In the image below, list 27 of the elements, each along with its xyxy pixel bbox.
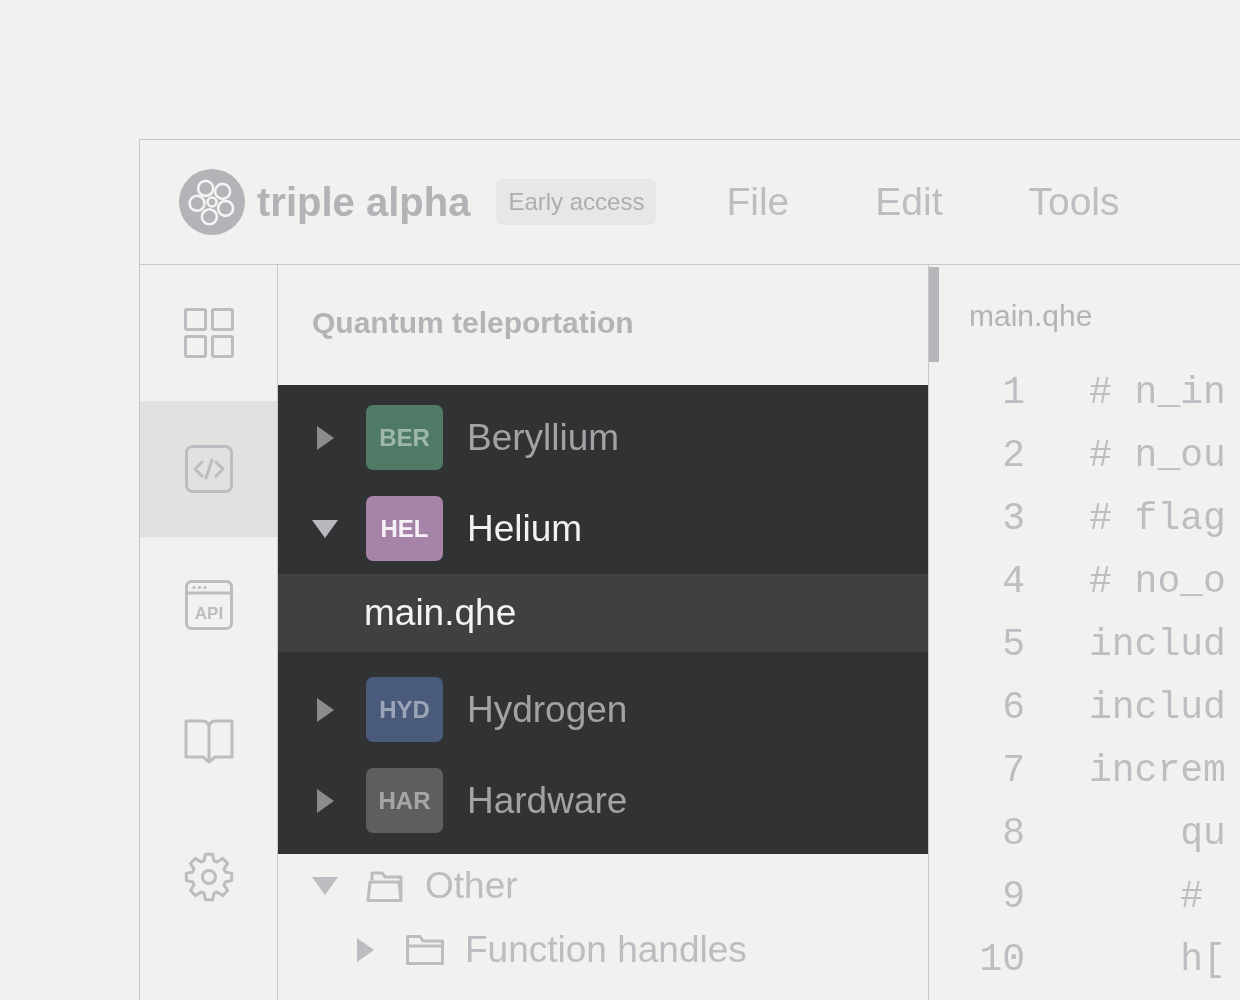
caret-icon[interactable] <box>316 425 334 450</box>
project-name[interactable]: Beryllium <box>467 416 620 459</box>
folder-icon <box>406 935 444 965</box>
project-badge: HEL <box>366 496 443 561</box>
project-name[interactable]: Hardware <box>467 779 628 822</box>
code-line: # <box>1179 875 1204 918</box>
book-icon <box>183 718 234 764</box>
code-icon <box>184 445 233 493</box>
project-badge: HAR <box>366 768 443 833</box>
logo-text: triple alpha <box>257 179 471 225</box>
sidebar-button[interactable] <box>140 401 277 537</box>
caret-icon[interactable] <box>316 697 334 722</box>
open-folder-icon <box>366 870 404 902</box>
project-badge: HYD <box>366 677 443 742</box>
caret-icon[interactable] <box>316 788 334 813</box>
early-access-badge: Early access <box>496 179 657 225</box>
project-badge: BER <box>366 405 443 470</box>
project-title: Quantum teleportation <box>312 306 634 340</box>
project-name[interactable]: Hydrogen <box>467 688 628 731</box>
caret-icon[interactable] <box>312 519 338 538</box>
editor-tab[interactable]: main.qhe <box>969 299 1093 333</box>
tree-row[interactable]: main.qhe <box>278 574 928 652</box>
project-name[interactable]: Helium <box>467 507 583 550</box>
grid-icon <box>183 308 234 358</box>
settings-icon <box>183 852 234 902</box>
logo-icon <box>179 169 245 235</box>
scrollbar-thumb[interactable] <box>929 267 939 362</box>
